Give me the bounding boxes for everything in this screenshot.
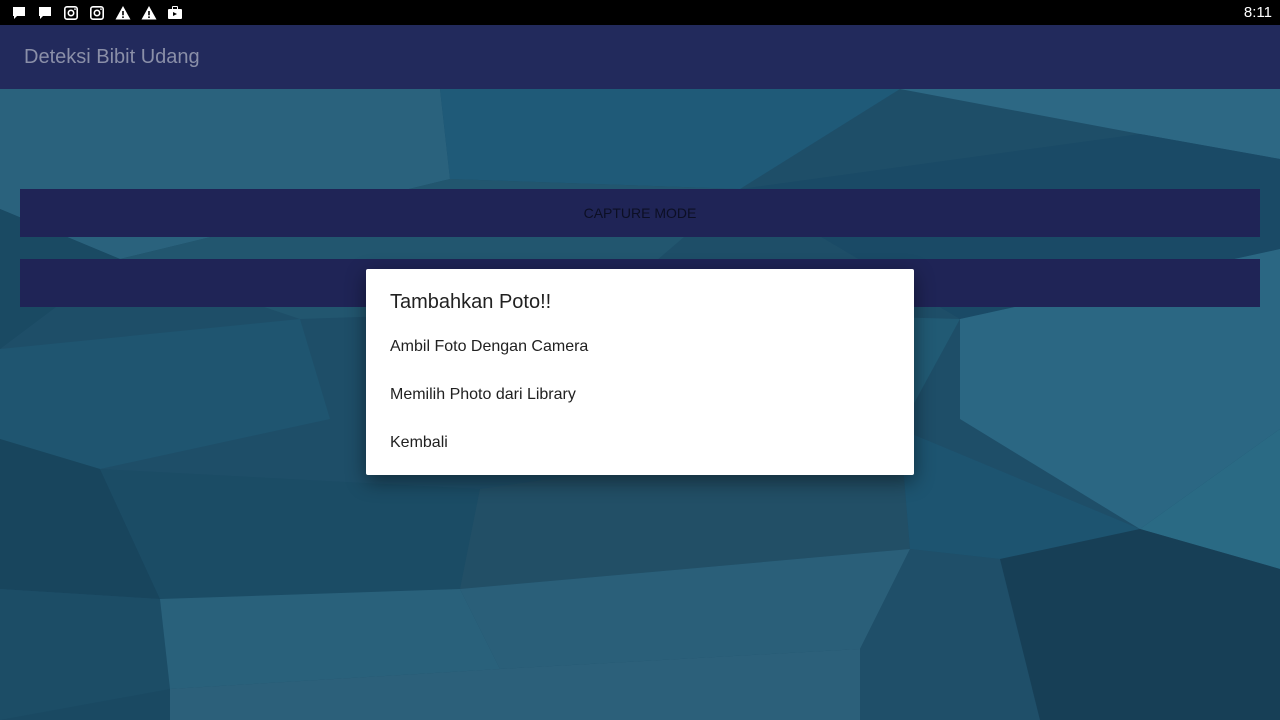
notification-icons <box>10 4 184 22</box>
app-title: Deteksi Bibit Udang <box>24 45 200 68</box>
back-option[interactable]: Kembali <box>390 425 890 473</box>
clock: 8:11 <box>1243 4 1272 21</box>
warning-icon <box>114 4 132 22</box>
status-bar: 8:11 <box>0 0 1280 25</box>
dialog-title: Tambahkan Poto!! <box>390 291 552 313</box>
instagram-icon <box>62 4 80 22</box>
chat-icon <box>36 4 54 22</box>
capture-mode-button[interactable]: CAPTURE MODE <box>20 189 1260 237</box>
app-bar: Deteksi Bibit Udang <box>0 25 1280 89</box>
instagram-icon <box>88 4 106 22</box>
add-photo-dialog: Tambahkan Poto!! Ambil Foto Dengan Camer… <box>366 269 914 475</box>
warning-icon <box>140 4 158 22</box>
choose-from-library-option[interactable]: Memilih Photo dari Library <box>390 377 890 425</box>
briefcase-icon <box>166 4 184 22</box>
take-photo-camera-option[interactable]: Ambil Foto Dengan Camera <box>390 329 890 377</box>
chat-icon <box>10 4 28 22</box>
